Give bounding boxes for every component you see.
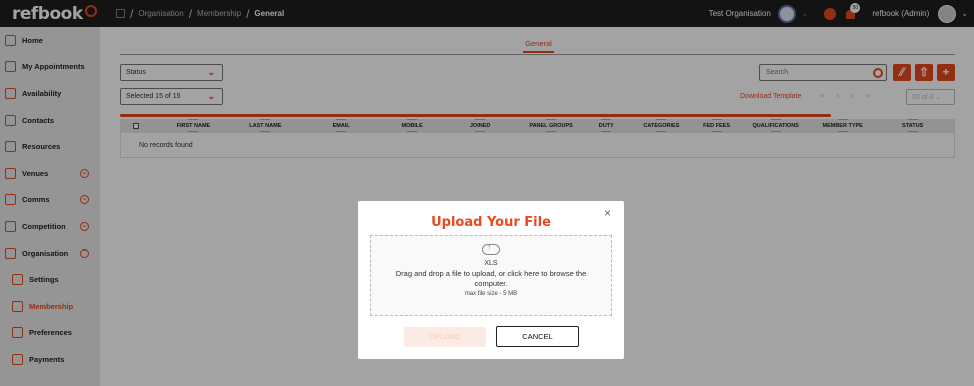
file-dropzone[interactable]: XLS Drag and drop a file to upload, or c…: [370, 235, 612, 316]
dropzone-instructions: Drag and drop a file to upload, or click…: [395, 269, 587, 288]
close-icon[interactable]: ×: [604, 206, 611, 220]
upload-file-modal: Upload Your File × XLS Drag and drop a f…: [358, 201, 624, 359]
cancel-button[interactable]: CANCEL: [496, 326, 579, 347]
max-file-size: max file size - 5 MB: [464, 291, 518, 297]
upload-submit-button[interactable]: UPLOAD: [404, 327, 486, 347]
modal-title: Upload Your File: [431, 215, 551, 230]
cloud-upload-icon: [482, 242, 500, 255]
file-type-label: XLS: [484, 260, 498, 267]
